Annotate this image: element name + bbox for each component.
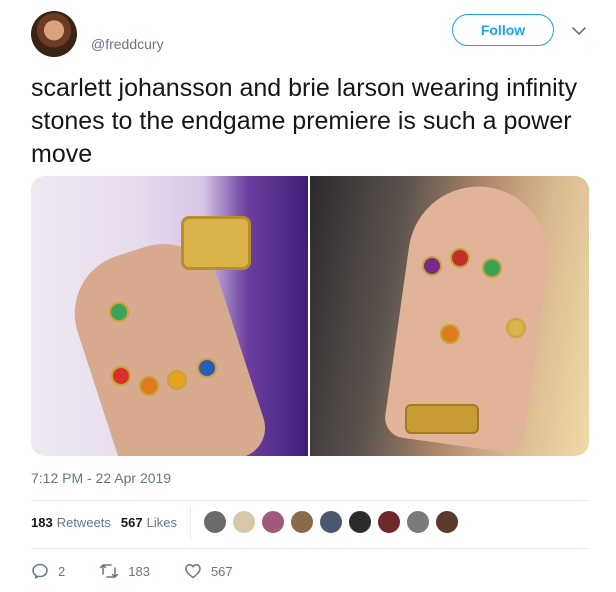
gem-shape: [139, 376, 159, 396]
chevron-down-icon[interactable]: [570, 22, 588, 40]
engagement-stats: 183 Retweets 567 Likes: [31, 515, 177, 530]
gem-shape: [450, 248, 470, 268]
retweet-count: 183: [128, 563, 150, 579]
tweet-actions: 2 183 567: [31, 562, 267, 580]
retweets-count: 183: [31, 515, 53, 530]
liker-avatar[interactable]: [261, 510, 285, 534]
gem-shape: [197, 358, 217, 378]
retweets-label: Retweets: [56, 515, 111, 530]
liker-avatar[interactable]: [232, 510, 256, 534]
liker-avatar[interactable]: [290, 510, 314, 534]
reply-count: 2: [58, 563, 66, 579]
bracelet-shape: [181, 216, 251, 270]
tweet-timestamp[interactable]: 7:12 PM - 22 Apr 2019: [31, 470, 171, 486]
stats-separator: [190, 506, 191, 540]
divider: [31, 500, 589, 501]
likes-count: 567: [120, 515, 143, 530]
liker-avatar[interactable]: [348, 510, 372, 534]
gem-shape: [109, 302, 129, 322]
heart-icon: [185, 564, 201, 579]
retweet-icon: [99, 564, 119, 578]
liker-avatar[interactable]: [435, 510, 459, 534]
like-button[interactable]: 567: [184, 562, 233, 580]
liker-avatars: [203, 510, 464, 534]
tweet-media[interactable]: [31, 176, 589, 456]
retweet-button[interactable]: 183: [99, 562, 150, 580]
liker-avatar[interactable]: [377, 510, 401, 534]
gem-shape: [482, 258, 502, 278]
tweet-text: scarlett johansson and brie larson weari…: [31, 74, 578, 168]
media-photo-right[interactable]: [310, 176, 589, 456]
retweets-stat[interactable]: 183 Retweets: [31, 515, 111, 530]
gem-shape: [167, 370, 187, 390]
media-photo-left[interactable]: [31, 176, 308, 456]
likes-stat[interactable]: 567 Likes: [121, 515, 177, 530]
reply-icon: [32, 563, 48, 579]
like-count: 567: [210, 563, 233, 579]
liker-avatar[interactable]: [203, 510, 227, 534]
gem-shape: [111, 366, 131, 386]
gem-shape: [422, 256, 442, 276]
author-handle[interactable]: @freddcury: [91, 36, 164, 52]
author-avatar[interactable]: [31, 11, 77, 57]
follow-button[interactable]: Follow: [452, 14, 554, 46]
cuff-shape: [405, 404, 479, 434]
liker-avatar[interactable]: [319, 510, 343, 534]
gem-shape: [440, 324, 460, 344]
divider: [31, 548, 589, 549]
liker-avatar[interactable]: [406, 510, 430, 534]
gem-shape: [506, 318, 526, 338]
likes-label: Likes: [146, 515, 177, 530]
reply-button[interactable]: 2: [31, 562, 65, 580]
